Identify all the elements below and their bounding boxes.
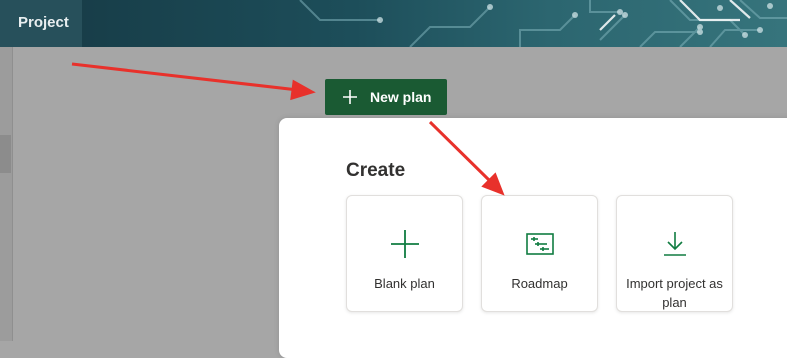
new-plan-button[interactable]: New plan [325,79,447,115]
circuit-pattern-background [299,0,787,47]
plus-icon [391,230,419,258]
roadmap-card[interactable]: Roadmap [481,195,598,312]
app-title: Project [18,14,69,31]
left-rail-tab[interactable] [0,135,11,173]
create-heading: Create [346,160,406,181]
new-plan-label: New plan [370,89,432,105]
red-arrow-to-new-plan [71,62,299,92]
plus-icon [343,90,357,104]
roadmap-icon [526,233,554,255]
roadmap-label: Roadmap [511,276,568,291]
blank-plan-card[interactable]: Blank plan [346,195,463,312]
left-rail [0,47,13,341]
header-banner: Project [0,0,787,47]
import-project-card[interactable]: Import project as plan [616,195,733,312]
blank-plan-label: Blank plan [374,276,435,291]
import-project-label: Import project as plan [626,276,723,310]
red-arrowhead-new-plan [290,79,316,101]
import-icon [664,232,686,256]
app-title-box: Project [0,0,82,47]
